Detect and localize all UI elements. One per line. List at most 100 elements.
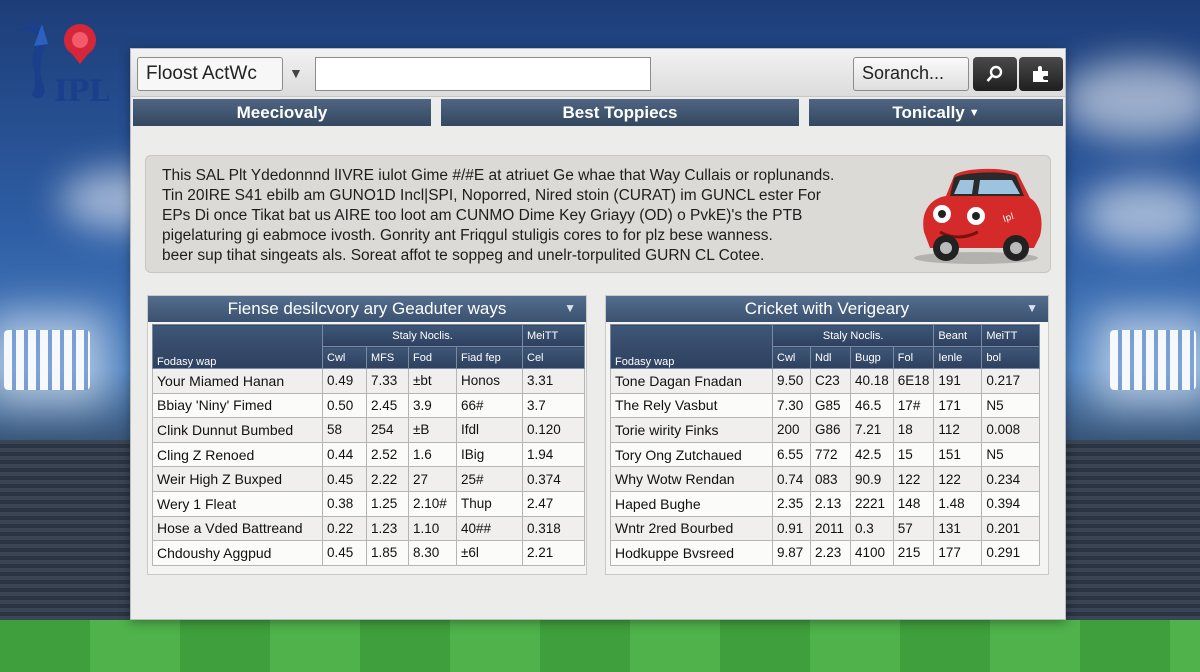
table-cell: 0.44 (322, 441, 367, 468)
cricket-pitch (0, 620, 1200, 672)
row-name-cell: Torie wirity Finks (610, 417, 773, 443)
right-table-title-bar: Cricket with Verigeary ▼ (606, 296, 1048, 322)
table-cell: 148 (892, 490, 935, 517)
column-header[interactable]: Ndl (810, 346, 851, 369)
table-cell: 191 (933, 368, 983, 394)
column-header[interactable]: bol (981, 346, 1041, 369)
column-header[interactable]: Ienle (933, 346, 983, 369)
table-cell: 0.374 (522, 466, 585, 492)
table-row[interactable]: Wntr 2red Bourbed 0.91 2011 0.3 57 131 0.201 (610, 515, 1041, 542)
column-header[interactable]: Fod (408, 346, 457, 369)
table-cell: C23 (810, 368, 851, 394)
table-cell: 2.22 (366, 466, 409, 492)
table-cell: 0.3 (850, 515, 894, 542)
table-row[interactable]: Why Wotw Rendan 0.74 083 90.9 122 122 0.234 (610, 466, 1041, 492)
table-cell: 0.49 (322, 368, 367, 394)
table-cell: 9.50 (772, 368, 811, 394)
row-name-cell: Clink Dunnut Bumbed (152, 417, 323, 443)
filter-select[interactable]: Floost ActWc (137, 57, 283, 91)
table-cell: 27 (408, 466, 457, 492)
table-row[interactable]: The Rely Vasbut 7.30 G85 46.5 17# 171 N5 (610, 392, 1041, 419)
table-row[interactable]: Chdoushy Aggpud 0.45 1.85 8.30 ±6l 2.21 (152, 540, 585, 566)
tab-best-toppiecs[interactable]: Best Toppiecs (441, 99, 799, 126)
column-header[interactable]: MeiTT (522, 324, 585, 347)
table-cell: 1.94 (522, 441, 585, 468)
table-cell: 215 (892, 540, 935, 566)
table-cell: ±bt (408, 368, 457, 394)
row-name-cell: Tory Ong Zutchaued (610, 441, 773, 468)
row-name-cell: Bbiay 'Niny' Fimed (152, 392, 323, 419)
table-row[interactable]: Haped Bughe 2.35 2.13 2221 148 1.48 0.394 (610, 490, 1041, 517)
table-cell: 46.5 (850, 392, 894, 419)
table-cell: 2011 (810, 515, 851, 542)
tab-tonically[interactable]: Tonically ▼ (809, 99, 1063, 126)
search-input[interactable] (315, 57, 651, 91)
column-header[interactable]: Fodasy wap (610, 324, 773, 369)
magnifier-button[interactable] (973, 57, 1017, 91)
magnifier-icon (986, 65, 1003, 82)
column-header[interactable]: Fiad fep (456, 346, 523, 369)
table-row[interactable]: Hodkuppe Bvsreed 9.87 2.23 4100 215 177 0.291 (610, 540, 1041, 566)
table-cell: 0.22 (322, 515, 367, 542)
table-row[interactable]: Bbiay 'Niny' Fimed 0.50 2.45 3.9 66# 3.7 (152, 392, 585, 419)
column-header[interactable]: MFS (366, 346, 409, 369)
row-name-cell: Wntr 2red Bourbed (610, 515, 773, 542)
column-header[interactable]: Beant (933, 324, 983, 347)
info-line: pigelaturing gi eabmoce ivosth. Gonrity … (162, 227, 773, 244)
right-table-panel: Cricket with Verigeary ▼ Fodasy wap Stal… (605, 295, 1049, 575)
column-header[interactable]: Cel (522, 346, 585, 369)
table-cell: IBig (456, 441, 523, 468)
chevron-down-icon[interactable]: ▼ (289, 65, 303, 81)
main-window: Floost ActWc ▼ Soranch... Meeciovaly Bes… (130, 48, 1066, 620)
chevron-down-icon[interactable]: ▼ (564, 301, 576, 315)
table-cell: 2.45 (366, 392, 409, 419)
tab-tonically-label: Tonically (892, 102, 965, 122)
table-cell: 1.6 (408, 441, 457, 468)
table-cell: 200 (772, 417, 811, 443)
left-table-panel: Fiense desilcvory ary Geaduter ways ▼ Fo… (147, 295, 587, 575)
group-header: Staly Noclis. (771, 324, 935, 347)
table-cell: 25# (456, 466, 523, 492)
table-row[interactable]: Wery 1 Fleat 0.38 1.25 2.10# Thup 2.47 (152, 490, 585, 517)
table-row[interactable]: Tory Ong Zutchaued 6.55 772 42.5 15 151 N5 (610, 441, 1041, 468)
table-cell: N5 (981, 441, 1041, 468)
table-cell: 122 (892, 466, 935, 492)
table-row[interactable]: Torie wirity Finks 200 G86 7.21 18 112 0.008 (610, 417, 1041, 443)
column-header[interactable]: MeiTT (981, 324, 1041, 347)
table-cell: Honos (456, 368, 523, 394)
table-cell: 2.23 (810, 540, 851, 566)
table-cell: 131 (933, 515, 983, 542)
right-data-table: Fodasy wap Staly Noclis. Beant MeiTT Cwl… (610, 324, 1041, 566)
row-name-cell: Haped Bughe (610, 490, 773, 517)
table-row[interactable]: Cling Z Renoed 0.44 2.52 1.6 IBig 1.94 (152, 441, 585, 468)
row-name-cell: Tone Dagan Fnadan (610, 368, 773, 394)
row-name-cell: Cling Z Renoed (152, 441, 323, 468)
logo-text: IPL (54, 74, 110, 109)
column-header[interactable]: Cwl (772, 346, 811, 369)
table-cell: ±B (408, 417, 457, 443)
column-header[interactable]: Fol (892, 346, 935, 369)
table-cell: 122 (933, 466, 983, 492)
info-line: Tin 20IRE S41 ebilb am GUNO1D Incl|SPI, … (162, 187, 821, 204)
table-row[interactable]: Tone Dagan Fnadan 9.50 C23 40.18 6E18 191 0.21… (610, 368, 1041, 394)
row-name-cell: Your Miamed Hanan (152, 368, 323, 394)
table-cell: 2.13 (810, 490, 851, 517)
left-table-title-bar: Fiense desilcvory ary Geaduter ways ▼ (148, 296, 586, 322)
table-row[interactable]: Your Miamed Hanan 0.49 7.33 ±bt Honos 3.31 (152, 368, 585, 394)
tab-meeciovaly[interactable]: Meeciovaly (133, 99, 431, 126)
table-cell: 40.18 (850, 368, 894, 394)
table-row[interactable]: Weir High Z Buxped 0.45 2.22 27 25# 0.374 (152, 466, 585, 492)
search-button[interactable]: Soranch... (853, 57, 969, 91)
table-cell: 8.30 (408, 540, 457, 566)
extension-button[interactable] (1019, 57, 1063, 91)
table-row[interactable]: Clink Dunnut Bumbed 58 254 ±B Ifdl 0.120 (152, 417, 585, 443)
row-name-cell: Chdoushy Aggpud (152, 540, 323, 566)
chevron-down-icon[interactable]: ▼ (1026, 301, 1038, 315)
column-header[interactable]: Fodasy wap (152, 324, 323, 369)
column-header[interactable]: Cwl (322, 346, 367, 369)
table-cell: 18 (892, 417, 935, 443)
info-panel: This SAL Plt Ydedonnnd lIVRE iulot Gime … (145, 155, 1051, 273)
table-row[interactable]: Hose a Vded Battreand 0.22 1.23 1.10 40## 0.3… (152, 515, 585, 542)
column-header[interactable]: Bugp (850, 346, 894, 369)
table-cell: 1.10 (408, 515, 457, 542)
